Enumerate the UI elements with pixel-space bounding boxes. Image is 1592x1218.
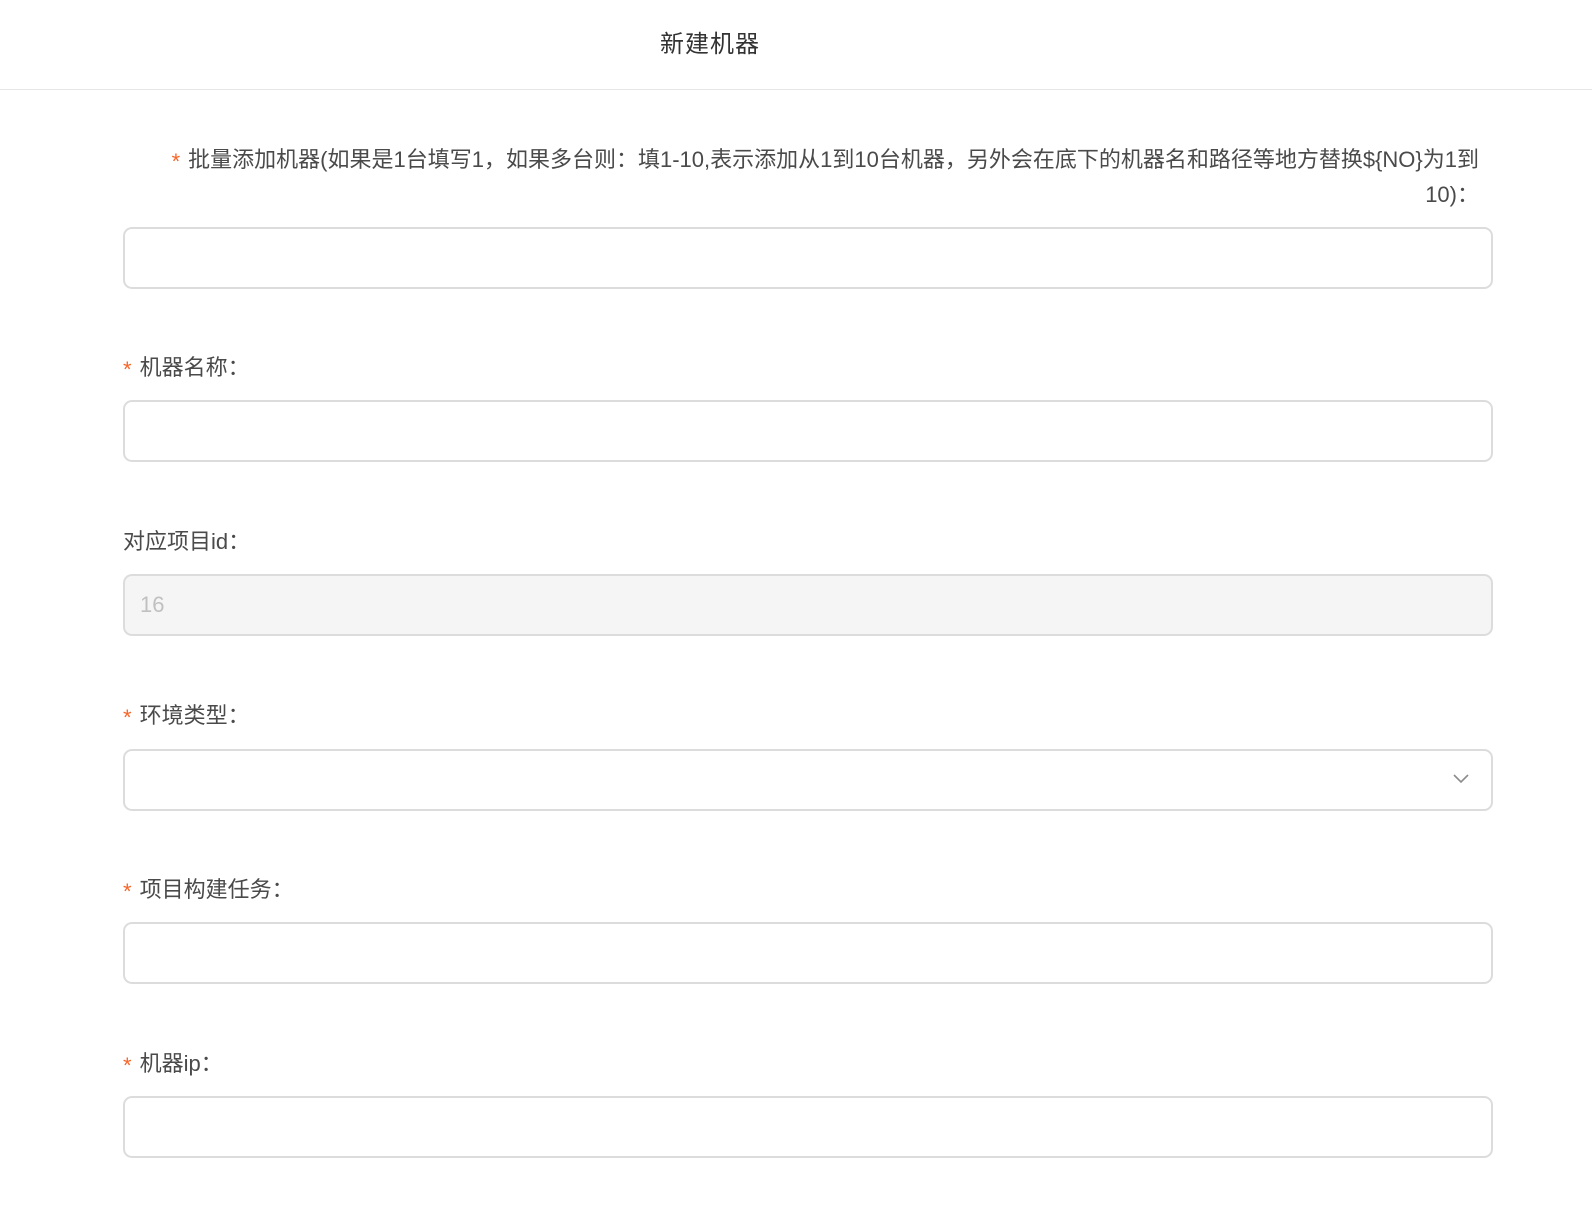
form-item-build-task: * 项目构建任务： xyxy=(123,872,1493,984)
machine-name-label: * 机器名称： xyxy=(123,350,1493,385)
form-item-machine-ip: * 机器ip： xyxy=(123,1046,1493,1158)
dialog-title: 新建机器 xyxy=(660,31,760,58)
env-type-select-value[interactable] xyxy=(125,751,1491,809)
batch-label: * 批量添加机器(如果是1台填写1，如果多台则：填1-10,表示添加从1到10台机… xyxy=(123,142,1493,212)
chevron-down-icon[interactable] xyxy=(1453,771,1469,787)
machine-ip-label: * 机器ip： xyxy=(123,1046,1493,1081)
env-type-label-text: 环境类型： xyxy=(139,703,250,728)
build-task-input[interactable] xyxy=(125,924,1491,982)
project-id-label: 对应项目id： xyxy=(123,529,251,554)
form-item-project-id: 对应项目id： xyxy=(123,524,1493,636)
required-mark: * xyxy=(123,705,132,730)
required-mark: * xyxy=(123,1053,132,1078)
form-item-batch: * 批量添加机器(如果是1台填写1，如果多台则：填1-10,表示添加从1到10台机… xyxy=(123,142,1493,289)
machine-name-label-text: 机器名称： xyxy=(139,355,250,380)
project-id-input-box xyxy=(123,574,1493,636)
machine-ip-input-box xyxy=(123,1096,1493,1158)
project-id-input xyxy=(125,576,1491,634)
new-machine-dialog: 新建机器 * 批量添加机器(如果是1台填写1，如果多台则：填1-10,表示添加从1… xyxy=(0,0,1592,1218)
batch-input[interactable] xyxy=(125,229,1491,287)
env-type-label: * 环境类型： xyxy=(123,698,1493,733)
batch-label-text: 批量添加机器(如果是1台填写1，如果多台则：填1-10,表示添加从1到10台机器… xyxy=(188,147,1479,207)
env-type-select[interactable] xyxy=(123,749,1493,811)
build-task-label-text: 项目构建任务： xyxy=(139,877,294,902)
dialog-header: 新建机器 xyxy=(0,0,1592,90)
machine-ip-label-text: 机器ip： xyxy=(139,1051,223,1076)
build-task-label: * 项目构建任务： xyxy=(123,872,1493,907)
machine-name-input-box xyxy=(123,400,1493,462)
required-mark: * xyxy=(171,149,181,174)
batch-input-box xyxy=(123,227,1493,289)
machine-name-input[interactable] xyxy=(125,402,1491,460)
form-item-env-type: * 环境类型： xyxy=(123,698,1493,811)
build-task-input-box xyxy=(123,922,1493,984)
required-mark: * xyxy=(123,357,132,382)
required-mark: * xyxy=(123,879,132,904)
machine-ip-input[interactable] xyxy=(125,1098,1491,1156)
form-item-machine-name: * 机器名称： xyxy=(123,350,1493,462)
